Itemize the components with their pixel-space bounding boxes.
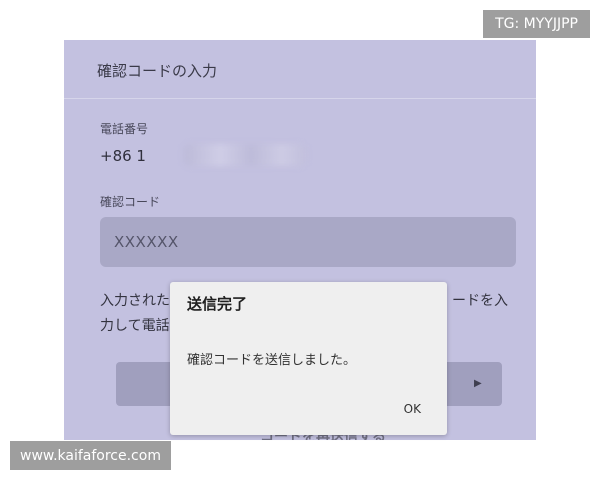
panel-title: 確認コードの入力 — [97, 62, 218, 80]
watermark-bottom: www.kaifaforce.com — [10, 441, 171, 470]
send-complete-dialog: 送信完了 確認コードを送信しました。 OK — [170, 282, 447, 435]
play-arrow-icon: ▶ — [474, 378, 482, 389]
code-input-value: XXXXXX — [114, 233, 179, 251]
instruction-text-line1-left: 入力された — [100, 293, 170, 309]
phone-value: +86 1 — [100, 147, 146, 165]
verification-code-input[interactable]: XXXXXX — [100, 217, 516, 267]
watermark-top: TG: MYYJJPP — [483, 10, 590, 38]
phone-label: 電話番号 — [100, 122, 149, 136]
phone-redaction — [184, 144, 306, 166]
dialog-message: 確認コードを送信しました。 — [187, 353, 357, 368]
instruction-text-line2-left: 力して電話 — [100, 318, 170, 334]
dialog-title: 送信完了 — [187, 295, 248, 313]
instruction-text-line1-right: ードを入 — [452, 293, 508, 309]
code-label: 確認コード — [100, 195, 161, 209]
ok-button[interactable]: OK — [396, 400, 429, 418]
panel-header: 確認コードの入力 — [64, 40, 536, 99]
